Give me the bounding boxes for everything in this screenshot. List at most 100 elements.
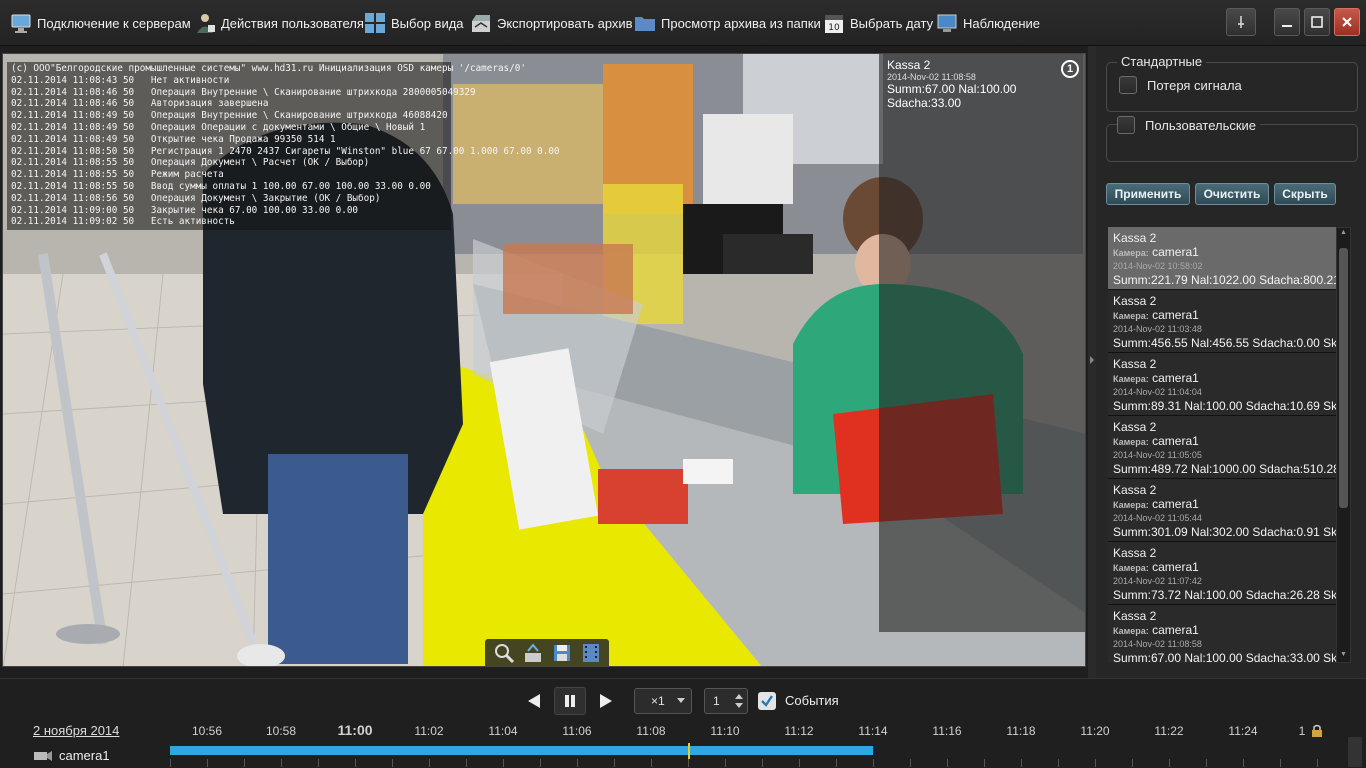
custom-events-checkbox[interactable]: [1117, 116, 1135, 134]
step-spinbox[interactable]: 1: [704, 688, 748, 714]
signal-loss-checkbox[interactable]: [1119, 76, 1137, 94]
scroll-up-icon[interactable]: ▲: [1339, 229, 1348, 239]
view-select-button[interactable]: Выбор вида: [364, 8, 464, 38]
events-checkbox[interactable]: [758, 692, 776, 710]
timeline-tick: [466, 759, 467, 767]
event-item[interactable]: Kassa 2 Камера: camera1 2014-Nov-02 11:0…: [1108, 479, 1344, 542]
time-tick-label: 11:22: [1154, 724, 1184, 738]
video-tools-bar: [485, 639, 609, 666]
time-tick-label: 11:06: [562, 724, 592, 738]
maximize-button[interactable]: [1304, 8, 1330, 36]
event-camera: Камера: camera1: [1113, 371, 1339, 387]
timeline-tick: [762, 759, 763, 767]
monitor-connect-icon: [11, 14, 31, 33]
timeline-tick: [1243, 759, 1244, 767]
event-camera-name: camera1: [1152, 308, 1199, 322]
events-panel: Стандартные Потеря сигнала Пользовательс…: [1096, 46, 1366, 678]
event-item[interactable]: Kassa 2 Камера: camera1 2014-Nov-02 11:0…: [1108, 416, 1344, 479]
time-tick-label: 10:56: [191, 724, 223, 738]
timeline-tick: [799, 759, 800, 767]
time-tick-label: 11:04: [488, 724, 518, 738]
playhead-cursor[interactable]: [688, 743, 690, 759]
export-clip-icon[interactable]: [522, 642, 544, 664]
event-time: 2014-Nov-02 11:07:42: [1113, 576, 1202, 586]
camera-prefix: Камера:: [1113, 248, 1149, 258]
pause-icon: [565, 695, 575, 707]
scroll-down-icon[interactable]: ▼: [1339, 651, 1348, 661]
connect-servers-button[interactable]: Подключение к серверам: [10, 8, 191, 38]
event-summary: Summ:73.72 Nal:100.00 Sdacha:26.28 Skidk…: [1113, 588, 1344, 602]
apply-button[interactable]: Применить: [1106, 183, 1190, 205]
hide-button[interactable]: Скрыть: [1274, 183, 1336, 205]
timeline-tick: [392, 759, 393, 767]
osd-log-line: 02.11.2014 11:08:46 50 Операция Внутренн…: [11, 86, 476, 98]
step-back-button[interactable]: [522, 687, 546, 715]
timeline-tick: [1206, 759, 1207, 767]
playback-bar: ×1 1 События 2 ноября 2014 10:56 10:58 1…: [0, 678, 1366, 768]
pin-button[interactable]: [1226, 8, 1256, 36]
speed-select[interactable]: ×1: [634, 688, 692, 714]
timeline-tick: [688, 759, 689, 767]
lock-icon[interactable]: [1310, 724, 1324, 738]
camera-prefix: Камера:: [1113, 437, 1149, 447]
event-item[interactable]: Kassa 2 Камера: camera1 2014-Nov-02 11:0…: [1108, 542, 1344, 605]
events-scrollbar[interactable]: ▲ ▼: [1336, 227, 1351, 663]
surveillance-button[interactable]: Наблюдение: [936, 8, 1040, 38]
event-item[interactable]: Kassa 2 Камера: camera1 2014-Nov-02 11:0…: [1108, 353, 1344, 416]
event-camera-name: camera1: [1152, 371, 1199, 385]
timeline-camera-label: camera1: [33, 748, 110, 763]
timeline-scroll-handle[interactable]: [1348, 737, 1362, 767]
event-title: Kassa 2: [1113, 420, 1157, 434]
zoom-icon[interactable]: [493, 642, 515, 664]
close-button[interactable]: [1334, 8, 1360, 36]
time-tick-label: 11:00: [337, 722, 373, 738]
user-actions-button[interactable]: Действия пользователя: [194, 8, 364, 38]
timeline-tick: [170, 759, 171, 767]
osd-log-line: 02.11.2014 11:08:55 50 Операция Документ…: [11, 157, 370, 169]
date-link[interactable]: 2 ноября 2014: [33, 723, 119, 738]
osd-receipt-info: Kassa 2 2014-Nov-02 11:08:58 Summ:67.00 …: [887, 58, 1085, 110]
step-forward-button[interactable]: [594, 687, 618, 715]
timeline-track[interactable]: [157, 741, 1366, 767]
camera-icon: [34, 750, 52, 761]
event-camera-name: camera1: [1152, 245, 1199, 259]
timeline-tick: [1095, 759, 1096, 767]
select-date-button[interactable]: 10 Выбрать дату: [823, 8, 933, 38]
event-camera: Камера: camera1: [1113, 497, 1339, 513]
event-item[interactable]: Kassa 2 Камера: camera1 2014-Nov-02 11:0…: [1108, 290, 1344, 353]
close-icon: [1342, 17, 1352, 27]
timeline-tick: [540, 759, 541, 767]
scroll-thumb[interactable]: [1339, 248, 1348, 508]
grid-view-icon: [365, 13, 385, 33]
export-archive-button[interactable]: Экспортировать архив: [470, 8, 633, 38]
event-camera-name: camera1: [1152, 497, 1199, 511]
event-summary: Summ:456.55 Nal:456.55 Sdacha:0.00 Skidk…: [1113, 336, 1344, 350]
save-icon[interactable]: [551, 642, 573, 664]
panel-splitter[interactable]: [1088, 46, 1096, 678]
view-archive-folder-button[interactable]: Просмотр архива из папки: [634, 8, 821, 38]
event-item[interactable]: Kassa 2 Камера: camera1 2014-Nov-02 11:0…: [1108, 605, 1344, 663]
timeline-tick: [873, 759, 874, 767]
camera-prefix: Камера:: [1113, 311, 1149, 321]
time-tick-label: 11:08: [636, 724, 666, 738]
standard-group-title: Стандартные: [1117, 54, 1207, 69]
timeline-tick: [1058, 759, 1059, 767]
film-icon[interactable]: [580, 642, 602, 664]
main-toolbar: Подключение к серверам Действия пользова…: [0, 0, 1366, 46]
custom-events-option[interactable]: Пользовательские: [1117, 116, 1261, 134]
time-tick-label: 11:14: [858, 724, 888, 738]
camera-video-view[interactable]: (c) ООО"Белгородские промышленные систем…: [2, 53, 1086, 667]
osd-transaction-log: (c) ООО"Белгородские промышленные систем…: [7, 62, 560, 231]
pause-button[interactable]: [554, 687, 586, 715]
signal-loss-label: Потеря сигнала: [1147, 77, 1242, 93]
calendar-icon: 10: [825, 15, 843, 33]
timeline-tick: [1169, 759, 1170, 767]
clear-button[interactable]: Очистить: [1195, 183, 1269, 205]
signal-loss-option[interactable]: Потеря сигнала: [1119, 76, 1242, 94]
timeline-tick: [281, 759, 282, 767]
spin-arrows-icon[interactable]: [735, 693, 743, 709]
minimize-button[interactable]: [1274, 8, 1300, 36]
event-item[interactable]: Kassa 2 Камера: camera1 2014-Nov-02 10:5…: [1108, 227, 1344, 290]
camera-prefix: Камера:: [1113, 626, 1149, 636]
event-camera: Камера: camera1: [1113, 308, 1339, 324]
